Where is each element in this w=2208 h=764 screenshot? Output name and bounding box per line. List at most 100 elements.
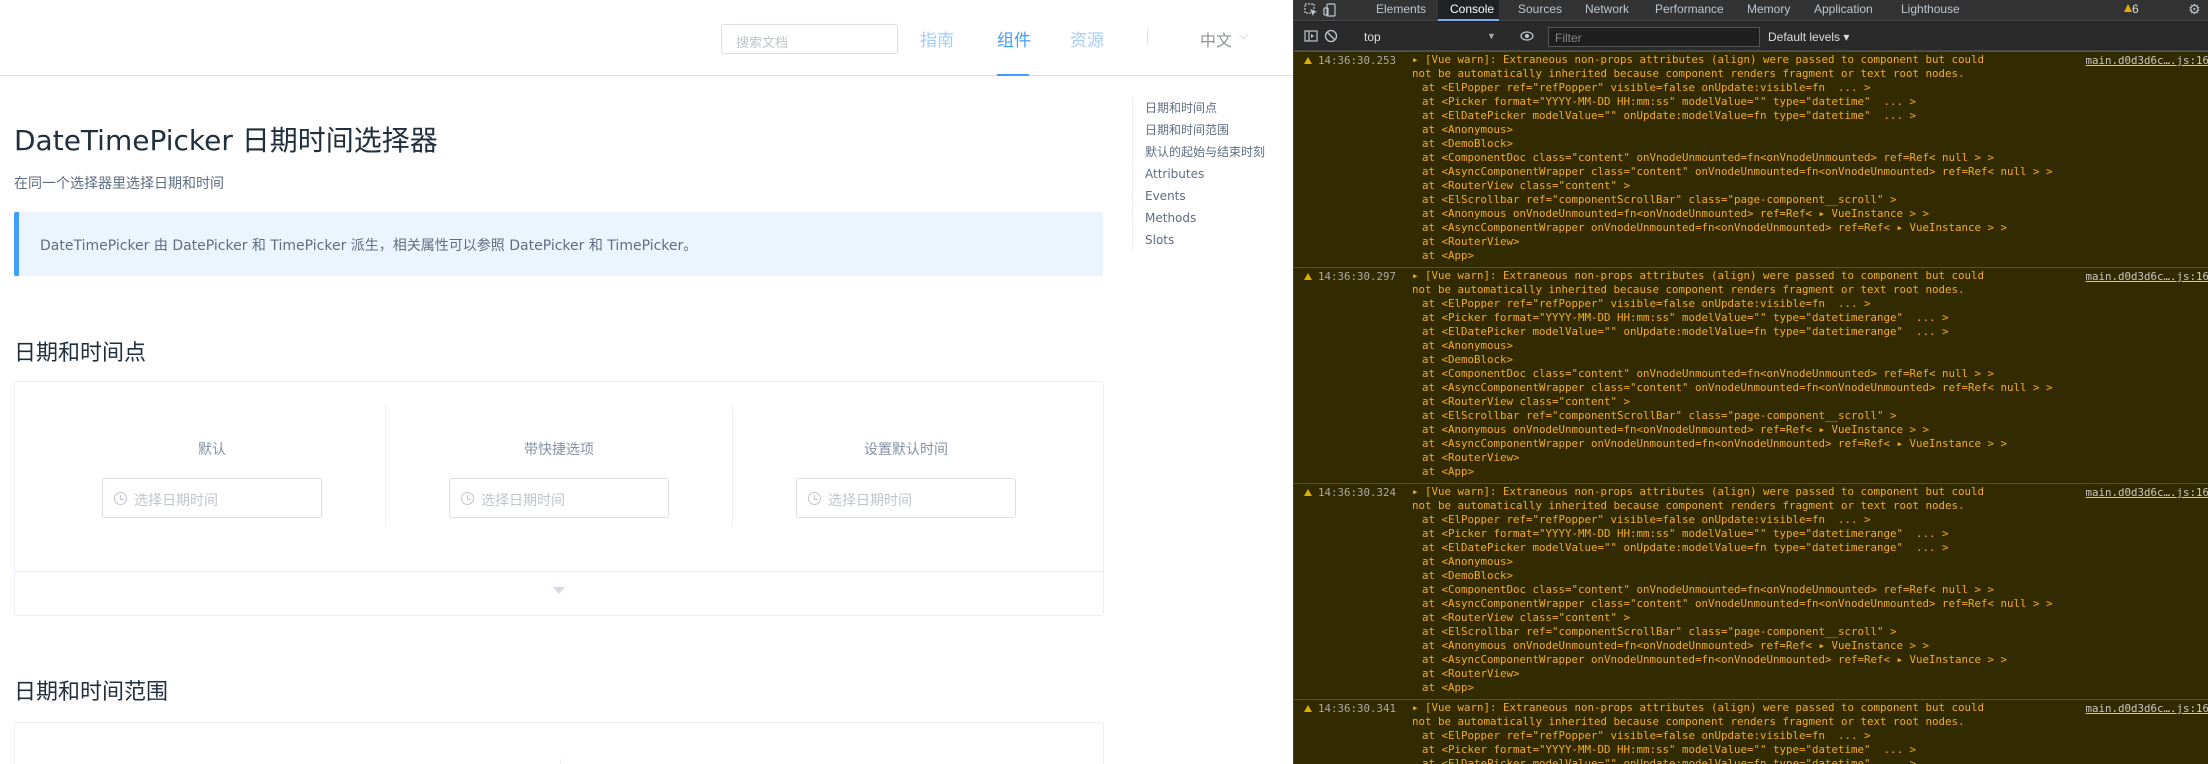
tab-lighthouse[interactable]: Lighthouse — [1901, 2, 1960, 16]
nav-resource[interactable]: 资源 — [1070, 26, 1104, 51]
message-text[interactable]: ▸ [Vue warn]: Extraneous non-props attri… — [1412, 269, 2102, 283]
toc-item[interactable]: Slots — [1145, 229, 1282, 251]
message-text[interactable]: ▸ [Vue warn]: Extraneous non-props attri… — [1412, 485, 2102, 499]
demo-label: 带快捷选项 — [524, 442, 594, 458]
demo-block-range — [14, 722, 1104, 764]
stack-frame-line: at <RouterView> — [1422, 451, 1520, 464]
demo-expand-toggle[interactable] — [15, 571, 1103, 615]
toc-item[interactable]: 默认的起始与结束时刻 — [1145, 141, 1282, 163]
message-line: [Vue warn]: Extraneous non-props attribu… — [1425, 485, 1985, 498]
clear-console-icon[interactable] — [1324, 29, 1338, 43]
toc-item[interactable]: Events — [1145, 185, 1282, 207]
stack-frame-line: at <App> — [1422, 249, 1475, 262]
device-toolbar-icon[interactable] — [1323, 3, 1337, 17]
datetime-picker-input[interactable]: 选择日期时间 — [796, 478, 1016, 518]
stack-frame-line: at <RouterView> — [1422, 235, 1520, 248]
demo-column-shortcuts: 带快捷选项 选择日期时间 — [386, 404, 733, 526]
context-selector[interactable]: top — [1364, 30, 1381, 44]
message-body: ▸ [Vue warn]: Extraneous non-props attri… — [1412, 484, 2102, 695]
datetime-picker-input[interactable]: 选择日期时间 — [449, 478, 669, 518]
toc-item[interactable]: Methods — [1145, 207, 1282, 229]
message-source-link[interactable]: main.d0d3d6c….js:16 — [2085, 54, 2208, 67]
toc-item[interactable]: Attributes — [1145, 163, 1282, 185]
stack-frame-line: at <Anonymous onVnodeUnmounted=fn<onVnod… — [1422, 639, 1930, 652]
toc-item[interactable]: 日期和时间点 — [1145, 97, 1282, 119]
live-expression-eye-icon[interactable] — [1520, 29, 1534, 43]
tab-network[interactable]: Network — [1585, 2, 1629, 16]
stack-frame-line: at <ComponentDoc class="content" onVnode… — [1422, 151, 1995, 164]
nav-guide[interactable]: 指南 — [920, 26, 954, 51]
message-timestamp: 14:36:30.253 — [1318, 54, 1397, 67]
datetime-picker-input[interactable]: 选择日期时间 — [102, 478, 322, 518]
stack-frame-line: at <App> — [1422, 465, 1475, 478]
stack-frame-line: at <AsyncComponentWrapper onVnodeUnmount… — [1422, 437, 2008, 450]
expand-triangle-icon[interactable]: ▸ — [1412, 701, 1425, 714]
expand-triangle-icon[interactable]: ▸ — [1412, 269, 1425, 282]
message-timestamp: 14:36:30.324 — [1318, 486, 1397, 499]
devtools-tabbar: Elements Console Sources Network Perform… — [1294, 0, 2208, 21]
demo-column-default: 默认 选择日期时间 — [15, 404, 386, 526]
stack-frame-line: at <ElScrollbar ref="componentScrollBar"… — [1422, 193, 1897, 206]
stack-frame-line: at <AsyncComponentWrapper class="content… — [1422, 165, 2053, 178]
stack-frame-line: at <ElDatePicker modelValue="" onUpdate:… — [1422, 325, 1949, 338]
expand-triangle-icon[interactable]: ▸ — [1412, 53, 1425, 66]
log-levels-dropdown[interactable]: Default levels ▾ — [1768, 30, 1849, 44]
message-source-link[interactable]: main.d0d3d6c….js:16 — [2085, 270, 2208, 283]
docs-page: 搜索文档 指南 组件 资源 中文 ⌵ DateTimePicker 日期时间选择… — [0, 0, 1293, 764]
stack-frame-line: at <ElDatePicker modelValue="" onUpdate:… — [1422, 757, 1917, 764]
message-text[interactable]: ▸ [Vue warn]: Extraneous non-props attri… — [1412, 701, 2102, 715]
warning-icon[interactable] — [2124, 4, 2132, 12]
tab-memory[interactable]: Memory — [1747, 2, 1790, 16]
expand-triangle-icon[interactable]: ▸ — [1412, 485, 1425, 498]
language-switch[interactable]: 中文 — [1200, 27, 1232, 51]
nav-active-underline — [997, 74, 1029, 76]
docs-search-input[interactable]: 搜索文档 — [721, 24, 898, 54]
stack-frame-line: at <Anonymous> — [1422, 555, 1514, 568]
tab-sources[interactable]: Sources — [1518, 2, 1562, 16]
tab-application[interactable]: Application — [1814, 2, 1873, 16]
stack-frame-line: at <ElPopper ref="refPopper" visible=fal… — [1422, 81, 1871, 94]
message-source-link[interactable]: main.d0d3d6c….js:16 — [2085, 486, 2208, 499]
clock-icon — [808, 492, 821, 505]
message-source-link[interactable]: main.d0d3d6c….js:16 — [2085, 702, 2208, 715]
console-toolbar: top ▼ Filter Default levels ▾ — [1294, 22, 2208, 51]
console-warning-message[interactable]: 14:36:30.297 main.d0d3d6c….js:16 ▸ [Vue wa… — [1294, 267, 2208, 484]
toc-item[interactable]: 日期和时间范围 — [1145, 119, 1282, 141]
stack-frame-line: at <Anonymous onVnodeUnmounted=fn<onVnod… — [1422, 207, 1930, 220]
tab-elements[interactable]: Elements — [1376, 2, 1426, 16]
sidebar-toggle-icon[interactable] — [1304, 29, 1318, 43]
console-warning-message[interactable]: 14:36:30.253 main.d0d3d6c….js:16 ▸ [Vue wa… — [1294, 51, 2208, 268]
demo-label: 默认 — [198, 442, 226, 458]
stack-frame-line: at <ElPopper ref="refPopper" visible=fal… — [1422, 297, 1871, 310]
message-line: [Vue warn]: Extraneous non-props attribu… — [1425, 701, 1985, 714]
nav-divider — [1147, 29, 1148, 45]
caret-down-icon[interactable]: ▼ — [1487, 31, 1496, 41]
stack-frame-line: at <Anonymous> — [1422, 123, 1514, 136]
stack-frame-line: at <RouterView class="content" > — [1422, 179, 1631, 192]
stack-frame-line: at <ElPopper ref="refPopper" visible=fal… — [1422, 729, 1871, 742]
tip-text: DateTimePicker 由 DatePicker 和 TimePicker… — [40, 238, 698, 254]
tab-console[interactable]: Console — [1450, 2, 1494, 16]
message-line: not be automatically inherited because c… — [1412, 67, 1965, 80]
tab-performance[interactable]: Performance — [1655, 2, 1724, 16]
message-body: ▸ [Vue warn]: Extraneous non-props attri… — [1412, 700, 2102, 764]
page-description: 在同一个选择器里选择日期和时间 — [14, 176, 224, 192]
nav-component[interactable]: 组件 — [997, 26, 1031, 51]
console-filter-input[interactable]: Filter — [1548, 27, 1760, 47]
picker-placeholder: 选择日期时间 — [481, 493, 565, 509]
stack-frame-line: at <ElScrollbar ref="componentScrollBar"… — [1422, 625, 1897, 638]
stack-frame-line: at <ElDatePicker modelValue="" onUpdate:… — [1422, 109, 1917, 122]
console-warning-message[interactable]: 14:36:30.324 main.d0d3d6c….js:16 ▸ [Vue wa… — [1294, 483, 2208, 700]
chevron-down-icon[interactable]: ⌵ — [1239, 28, 1248, 43]
stack-frame-line: at <Picker format="YYYY-MM-DD HH:mm:ss" … — [1422, 95, 1917, 108]
clock-icon — [461, 492, 474, 505]
gear-icon[interactable]: ⚙ — [2188, 1, 2201, 18]
message-text[interactable]: ▸ [Vue warn]: Extraneous non-props attri… — [1412, 53, 2102, 67]
console-messages: 14:36:30.253 main.d0d3d6c….js:16 ▸ [Vue wa… — [1294, 51, 2208, 764]
warning-count[interactable]: 6 — [2132, 2, 2139, 16]
stack-frame-line: at <ComponentDoc class="content" onVnode… — [1422, 367, 1995, 380]
message-body: ▸ [Vue warn]: Extraneous non-props attri… — [1412, 52, 2102, 263]
stack-frame-line: at <AsyncComponentWrapper class="content… — [1422, 597, 2053, 610]
console-warning-message[interactable]: 14:36:30.341 main.d0d3d6c….js:16 ▸ [Vue wa… — [1294, 699, 2208, 764]
inspect-element-icon[interactable] — [1304, 3, 1318, 17]
